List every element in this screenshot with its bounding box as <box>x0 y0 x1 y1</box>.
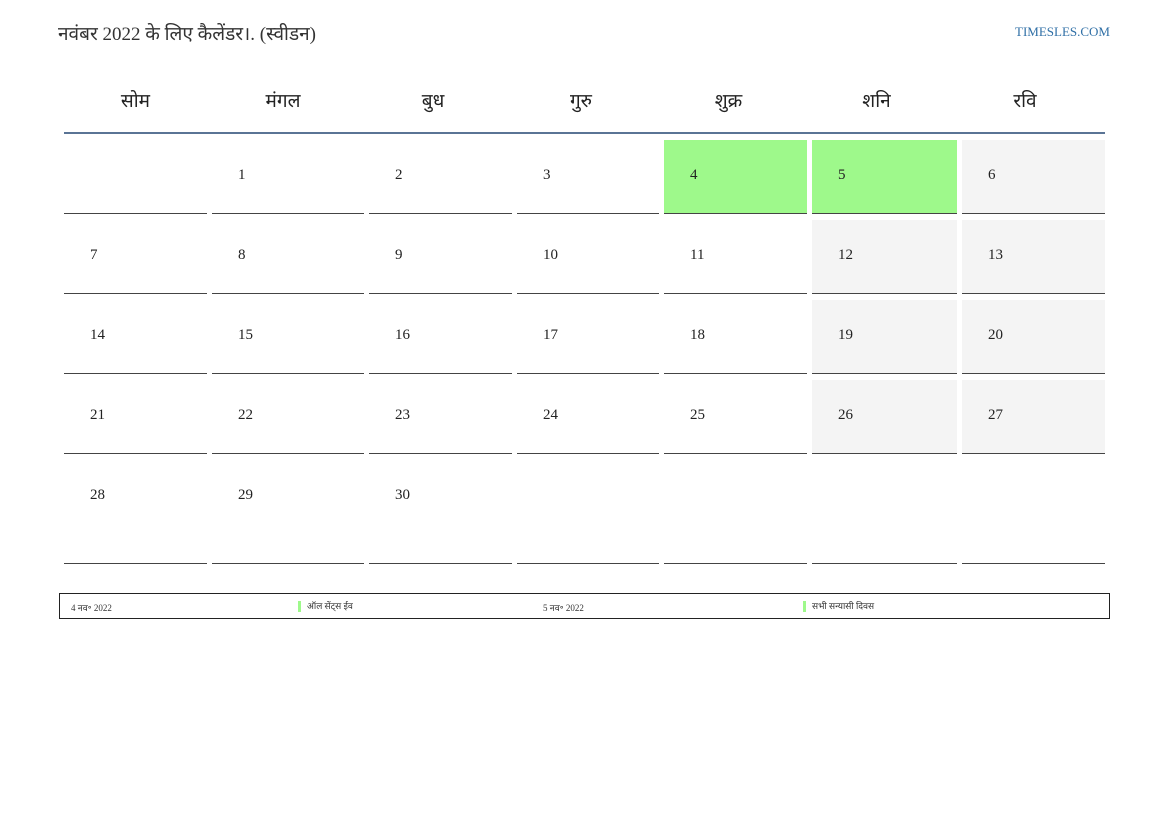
page-title: नवंबर 2022 के लिए कैलेंडर।. (स्वीडन) <box>58 24 316 45</box>
day-number: 4 <box>690 167 698 183</box>
legend-date: 4 नव॰ 2022 <box>71 603 112 613</box>
day-number: 19 <box>838 327 853 343</box>
day-cell-5[interactable]: 5 <box>812 140 957 214</box>
weekday-header: सोम मंगल बुध गुरु शुक्र शनि रवि <box>64 70 1105 134</box>
day-number: 8 <box>238 247 246 263</box>
day-number: 16 <box>395 327 410 343</box>
day-number: 25 <box>690 407 705 423</box>
empty-day-cell <box>517 460 659 564</box>
day-cell-9[interactable]: 9 <box>369 220 512 294</box>
weekday-4: गुरु <box>569 91 593 112</box>
legend-holiday-name: ऑल सेंट्स ईव <box>298 601 353 612</box>
day-cell-7[interactable]: 7 <box>64 220 207 294</box>
calendar-body: 1 2 3 4 5 6 7 8 9 10 11 12 13 14 15 16 17 18 19 20 21 22 23 24 2… <box>64 140 1105 564</box>
empty-day-cell <box>664 460 807 564</box>
week-row: 21 22 23 24 25 26 27 <box>64 380 1105 454</box>
legend-date: 5 नव॰ 2022 <box>543 603 584 613</box>
day-cell-24[interactable]: 24 <box>517 380 659 454</box>
weekday-6: शनि <box>862 91 891 112</box>
weekday-2: मंगल <box>265 91 301 112</box>
day-number: 30 <box>395 487 410 503</box>
day-cell-10[interactable]: 10 <box>517 220 659 294</box>
day-cell-17[interactable]: 17 <box>517 300 659 374</box>
day-number: 3 <box>543 167 551 183</box>
day-number: 6 <box>988 167 996 183</box>
day-number: 28 <box>90 487 105 503</box>
day-cell-21[interactable]: 21 <box>64 380 207 454</box>
site-link[interactable]: TIMESLES.COM <box>1015 24 1110 40</box>
day-number: 15 <box>238 327 253 343</box>
week-row: 1 2 3 4 5 6 <box>64 140 1105 214</box>
day-number: 27 <box>988 407 1003 423</box>
day-cell-27[interactable]: 27 <box>962 380 1105 454</box>
legend-holiday-name: सभी सन्यासी दिवस <box>803 601 874 612</box>
day-cell-30[interactable]: 30 <box>369 460 512 564</box>
day-number: 23 <box>395 407 410 423</box>
day-number: 11 <box>690 247 705 263</box>
calendar-grid: सोम मंगल बुध गुरु शुक्र शनि रवि 1 2 3 4 5 6 7 8 9 10 11 1… <box>64 70 1105 564</box>
day-number: 5 <box>838 167 846 183</box>
day-cell-3[interactable]: 3 <box>517 140 659 214</box>
day-number: 22 <box>238 407 253 423</box>
day-cell-19[interactable]: 19 <box>812 300 957 374</box>
day-cell-13[interactable]: 13 <box>962 220 1105 294</box>
week-row: 7 8 9 10 11 12 13 <box>64 220 1105 294</box>
empty-day-cell <box>962 460 1105 564</box>
day-cell-6[interactable]: 6 <box>962 140 1105 214</box>
day-number: 1 <box>238 167 246 183</box>
weekday-5: शुक्र <box>714 91 743 112</box>
day-number: 9 <box>395 247 403 263</box>
day-cell-11[interactable]: 11 <box>664 220 807 294</box>
day-cell-8[interactable]: 8 <box>212 220 364 294</box>
day-cell-26[interactable]: 26 <box>812 380 957 454</box>
day-cell-28[interactable]: 28 <box>64 460 207 564</box>
day-number: 14 <box>90 327 105 343</box>
weekday-3: बुध <box>421 91 445 112</box>
day-number: 21 <box>90 407 105 423</box>
day-number: 2 <box>395 167 403 183</box>
day-cell-25[interactable]: 25 <box>664 380 807 454</box>
day-cell-20[interactable]: 20 <box>962 300 1105 374</box>
day-cell-12[interactable]: 12 <box>812 220 957 294</box>
day-cell-16[interactable]: 16 <box>369 300 512 374</box>
weekday-1: सोम <box>120 91 151 112</box>
day-number: 29 <box>238 487 253 503</box>
day-cell-22[interactable]: 22 <box>212 380 364 454</box>
day-cell-18[interactable]: 18 <box>664 300 807 374</box>
empty-day-cell <box>812 460 957 564</box>
weekday-7: रवि <box>1013 91 1037 112</box>
day-number: 18 <box>690 327 705 343</box>
day-cell-29[interactable]: 29 <box>212 460 364 564</box>
day-number: 12 <box>838 247 853 263</box>
day-cell-1[interactable]: 1 <box>212 140 364 214</box>
empty-day-cell <box>64 140 207 214</box>
day-number: 7 <box>90 247 98 263</box>
week-row: 28 29 30 <box>64 460 1105 564</box>
day-cell-2[interactable]: 2 <box>369 140 512 214</box>
day-cell-14[interactable]: 14 <box>64 300 207 374</box>
day-number: 20 <box>988 327 1003 343</box>
day-number: 17 <box>543 327 558 343</box>
day-cell-15[interactable]: 15 <box>212 300 364 374</box>
day-cell-4[interactable]: 4 <box>664 140 807 214</box>
day-number: 10 <box>543 247 558 263</box>
day-number: 24 <box>543 407 558 423</box>
week-row: 14 15 16 17 18 19 20 <box>64 300 1105 374</box>
day-number: 13 <box>988 247 1003 263</box>
day-number: 26 <box>838 407 853 423</box>
holiday-legend: 4 नव॰ 2022 ऑल सेंट्स ईव 5 नव॰ 2022 सभी सन्य… <box>59 593 1110 619</box>
day-cell-23[interactable]: 23 <box>369 380 512 454</box>
